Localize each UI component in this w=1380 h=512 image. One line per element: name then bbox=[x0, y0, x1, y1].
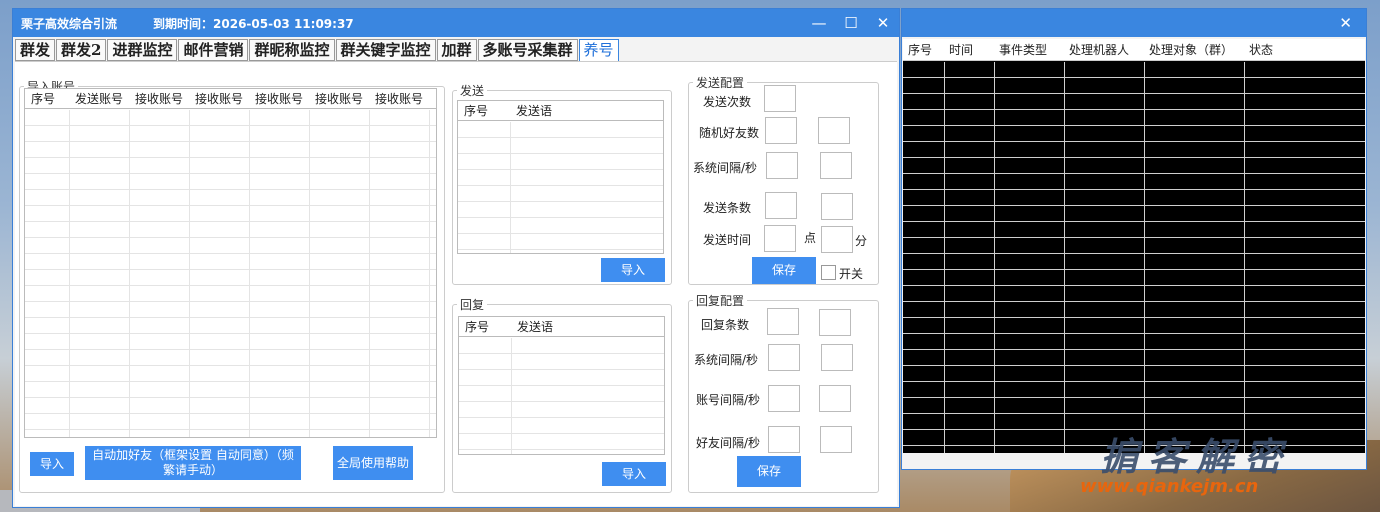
reply-config-legend: 回复配置 bbox=[696, 294, 745, 308]
log-col-time: 时间 bbox=[949, 43, 974, 57]
reply-system-interval-max-input[interactable] bbox=[821, 344, 853, 371]
send-phrase-table[interactable]: 序号 发送语 bbox=[457, 100, 664, 254]
account-table[interactable]: 序号 发送账号 接收账号 接收账号 接收账号 接收账号 接收账号 bbox=[24, 88, 437, 438]
reply-items-max-input[interactable] bbox=[819, 309, 851, 336]
title-bar[interactable]: 栗子高效综合引流 到期时间：2026-05-03 11:09:37 — ☐ ✕ bbox=[13, 9, 899, 37]
account-interval-min-input[interactable] bbox=[768, 385, 800, 412]
account-interval-max-input[interactable] bbox=[819, 385, 851, 412]
reply-phrase-table[interactable]: 序号 发送语 bbox=[458, 316, 665, 455]
tab-email-marketing[interactable]: 邮件营销 bbox=[178, 39, 249, 61]
col-recv-account-1: 接收账号 bbox=[135, 92, 184, 106]
event-log-table[interactable]: 序号 时间 事件类型 处理机器人 处理对象（群） 状态 bbox=[903, 39, 1365, 453]
tab-nickname-monitor[interactable]: 群昵称监控 bbox=[249, 39, 335, 61]
send-import-button[interactable]: 导入 bbox=[601, 258, 665, 282]
close-icon[interactable]: ✕ bbox=[1339, 14, 1352, 32]
reply-system-interval-label: 系统间隔/秒 bbox=[694, 353, 759, 367]
send-system-interval-label: 系统间隔/秒 bbox=[693, 161, 758, 175]
random-friends-min-input[interactable] bbox=[765, 117, 797, 144]
log-window: ✕ 序号 时间 事件类型 处理机器人 处理对象（群） 状态 bbox=[901, 8, 1367, 470]
table-rows bbox=[458, 122, 663, 253]
hour-unit-label: 点 bbox=[804, 231, 817, 245]
col-index: 序号 bbox=[31, 92, 56, 106]
send-items-max-input[interactable] bbox=[821, 193, 853, 220]
reply-import-button[interactable]: 导入 bbox=[602, 462, 666, 486]
send-col-index: 序号 bbox=[464, 104, 489, 118]
send-legend: 发送 bbox=[460, 84, 485, 98]
watermark-text: 掮客解密 bbox=[1100, 435, 1293, 479]
log-col-index: 序号 bbox=[908, 43, 933, 57]
app-title: 栗子高效综合引流 bbox=[21, 16, 118, 31]
minimize-icon[interactable]: — bbox=[803, 14, 835, 32]
auto-add-friend-button[interactable]: 自动加好友（框架设置 自动同意）（频繁请手动） bbox=[85, 446, 301, 480]
table-rows bbox=[25, 110, 436, 437]
log-col-event-type: 事件类型 bbox=[999, 43, 1048, 57]
reply-col-index: 序号 bbox=[465, 320, 490, 334]
col-recv-account-3: 接收账号 bbox=[255, 92, 304, 106]
log-rows bbox=[903, 62, 1365, 453]
col-recv-account-5: 接收账号 bbox=[375, 92, 424, 106]
tab-multi-collect[interactable]: 多账号采集群 bbox=[477, 39, 578, 61]
log-title-bar[interactable]: ✕ bbox=[902, 9, 1366, 37]
watermark-url: www.qiankejm.cn bbox=[1080, 476, 1259, 497]
random-friends-max-input[interactable] bbox=[818, 117, 850, 144]
toggle-checkbox[interactable] bbox=[821, 265, 836, 280]
send-col-phrase: 发送语 bbox=[516, 104, 553, 118]
send-items-label: 发送条数 bbox=[703, 201, 752, 215]
import-account-button[interactable]: 导入 bbox=[30, 452, 74, 476]
expire-time: 到期时间：2026-05-03 11:09:37 bbox=[153, 16, 354, 31]
reply-legend: 回复 bbox=[460, 298, 485, 312]
tab-qunfa[interactable]: 群发 bbox=[15, 39, 56, 61]
toggle-label: 开关 bbox=[839, 267, 864, 281]
main-window: 栗子高效综合引流 到期时间：2026-05-03 11:09:37 — ☐ ✕ … bbox=[12, 8, 900, 508]
send-time-minute-input[interactable] bbox=[821, 226, 853, 253]
send-system-interval-min-input[interactable] bbox=[766, 152, 798, 179]
maximize-icon[interactable]: ☐ bbox=[835, 14, 867, 32]
send-config-save-button[interactable]: 保存 bbox=[752, 257, 816, 284]
account-interval-label: 账号间隔/秒 bbox=[696, 393, 761, 407]
reply-config-save-button[interactable]: 保存 bbox=[737, 456, 801, 487]
tab-qunfa2[interactable]: 群发2 bbox=[56, 39, 107, 61]
reply-system-interval-min-input[interactable] bbox=[768, 344, 800, 371]
log-col-robot: 处理机器人 bbox=[1069, 43, 1130, 57]
tab-account-nurture[interactable]: 养号 bbox=[578, 39, 619, 62]
send-count-label: 发送次数 bbox=[703, 95, 752, 109]
table-rows bbox=[459, 338, 664, 454]
log-col-target: 处理对象（群） bbox=[1149, 43, 1234, 57]
global-help-button[interactable]: 全局使用帮助 bbox=[333, 446, 413, 480]
tab-content: 导入账号 序号 发送账号 接收账号 接收账号 接收账号 接收账号 接收账号 导入… bbox=[15, 61, 897, 506]
send-time-hour-input[interactable] bbox=[764, 225, 796, 252]
send-items-min-input[interactable] bbox=[765, 192, 797, 219]
reply-items-label: 回复条数 bbox=[701, 318, 750, 332]
friend-interval-min-input[interactable] bbox=[768, 426, 800, 453]
log-col-status: 状态 bbox=[1249, 43, 1274, 57]
random-friends-label: 随机好友数 bbox=[699, 126, 760, 140]
tab-join-group[interactable]: 加群 bbox=[436, 39, 477, 61]
reply-items-min-input[interactable] bbox=[767, 308, 799, 335]
send-config-legend: 发送配置 bbox=[696, 76, 745, 90]
send-system-interval-max-input[interactable] bbox=[820, 152, 852, 179]
send-count-input[interactable] bbox=[764, 85, 796, 112]
tab-join-monitor[interactable]: 进群监控 bbox=[107, 39, 178, 61]
tab-bar: 群发 群发2 进群监控 邮件营销 群昵称监控 群关键字监控 加群 多账号采集群 … bbox=[15, 39, 620, 62]
friend-interval-max-input[interactable] bbox=[820, 426, 852, 453]
friend-interval-label: 好友间隔/秒 bbox=[696, 436, 761, 450]
minute-unit-label: 分 bbox=[855, 234, 868, 248]
tab-keyword-monitor[interactable]: 群关键字监控 bbox=[335, 39, 436, 61]
send-time-label: 发送时间 bbox=[703, 233, 752, 247]
reply-col-phrase: 发送语 bbox=[517, 320, 554, 334]
col-send-account: 发送账号 bbox=[75, 92, 124, 106]
col-recv-account-2: 接收账号 bbox=[195, 92, 244, 106]
col-recv-account-4: 接收账号 bbox=[315, 92, 364, 106]
close-icon[interactable]: ✕ bbox=[867, 14, 899, 32]
